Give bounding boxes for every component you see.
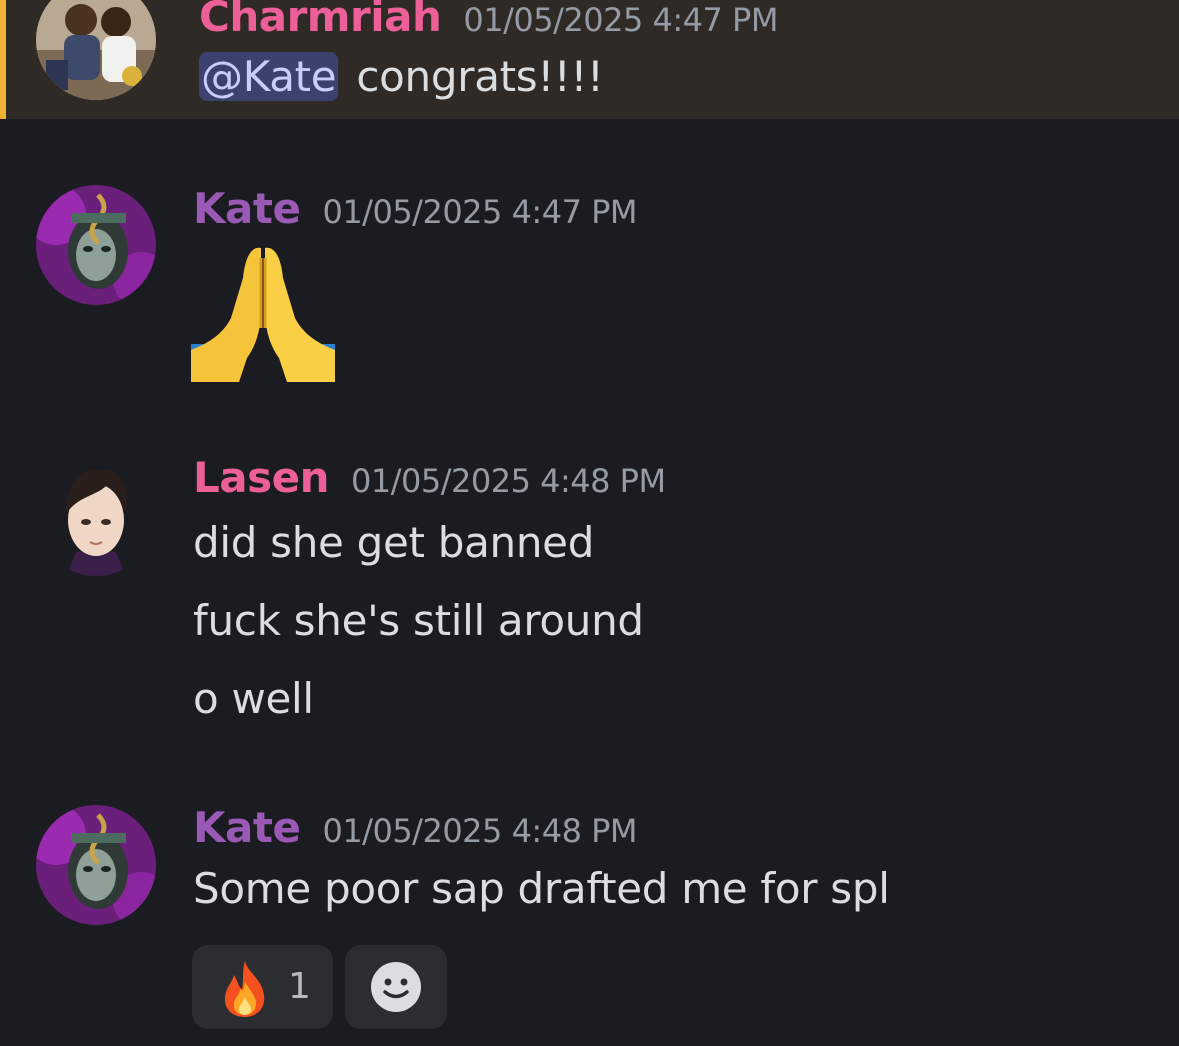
- message-header: Kate 01/05/2025 4:48 PM: [193, 801, 637, 855]
- timestamp[interactable]: 01/05/2025 4:48 PM: [351, 462, 666, 500]
- username[interactable]: Kate: [193, 803, 301, 852]
- message-header: Lasen 01/05/2025 4:48 PM: [193, 451, 666, 505]
- message-text: Some poor sap drafted me for spl: [193, 864, 890, 913]
- message-line: fuck she's still around: [193, 596, 644, 645]
- add-reaction-icon: [371, 962, 421, 1012]
- reaction-count: 1: [288, 966, 311, 1007]
- message-charmriah[interactable]: Charmriah 01/05/2025 4:47 PM @Kate congrat…: [0, 0, 1179, 119]
- folded-hands-emoji: [191, 238, 335, 382]
- masked-character-avatar-image: [36, 185, 156, 305]
- timestamp[interactable]: 01/05/2025 4:47 PM: [463, 1, 778, 39]
- message-header: Charmriah 01/05/2025 4:47 PM: [199, 0, 778, 44]
- user-mention[interactable]: @Kate: [199, 52, 339, 101]
- drawn-boy-avatar-image: [36, 456, 156, 576]
- message-text: congrats!!!!: [356, 52, 604, 101]
- username[interactable]: Kate: [193, 184, 301, 233]
- add-reaction-button[interactable]: [345, 945, 447, 1029]
- message-line: o well: [193, 674, 314, 723]
- timestamp[interactable]: 01/05/2025 4:47 PM: [322, 193, 637, 231]
- avatar-charmriah[interactable]: [36, 0, 156, 100]
- timestamp[interactable]: 01/05/2025 4:48 PM: [322, 812, 637, 850]
- avatar-kate[interactable]: [36, 805, 156, 925]
- reaction-fire[interactable]: 1: [192, 945, 333, 1029]
- basketball-avatar-image: [36, 0, 156, 100]
- fire-icon: [224, 961, 265, 1017]
- message-kate-emoji[interactable]: Kate 01/05/2025 4:47 PM: [0, 170, 1179, 400]
- avatar-lasen[interactable]: [36, 456, 156, 576]
- message-kate-text[interactable]: Kate 01/05/2025 4:48 PM Some poor sap dra…: [0, 790, 1179, 1046]
- message-content: @Kate congrats!!!!: [199, 49, 604, 105]
- username[interactable]: Lasen: [193, 453, 330, 502]
- avatar-kate[interactable]: [36, 185, 156, 305]
- message-line: did she get banned: [193, 518, 595, 567]
- message-header: Kate 01/05/2025 4:47 PM: [193, 182, 637, 236]
- message-lasen[interactable]: Lasen 01/05/2025 4:48 PM did she get bann…: [0, 440, 1179, 740]
- username[interactable]: Charmriah: [199, 0, 442, 41]
- masked-character-avatar-image: [36, 805, 156, 925]
